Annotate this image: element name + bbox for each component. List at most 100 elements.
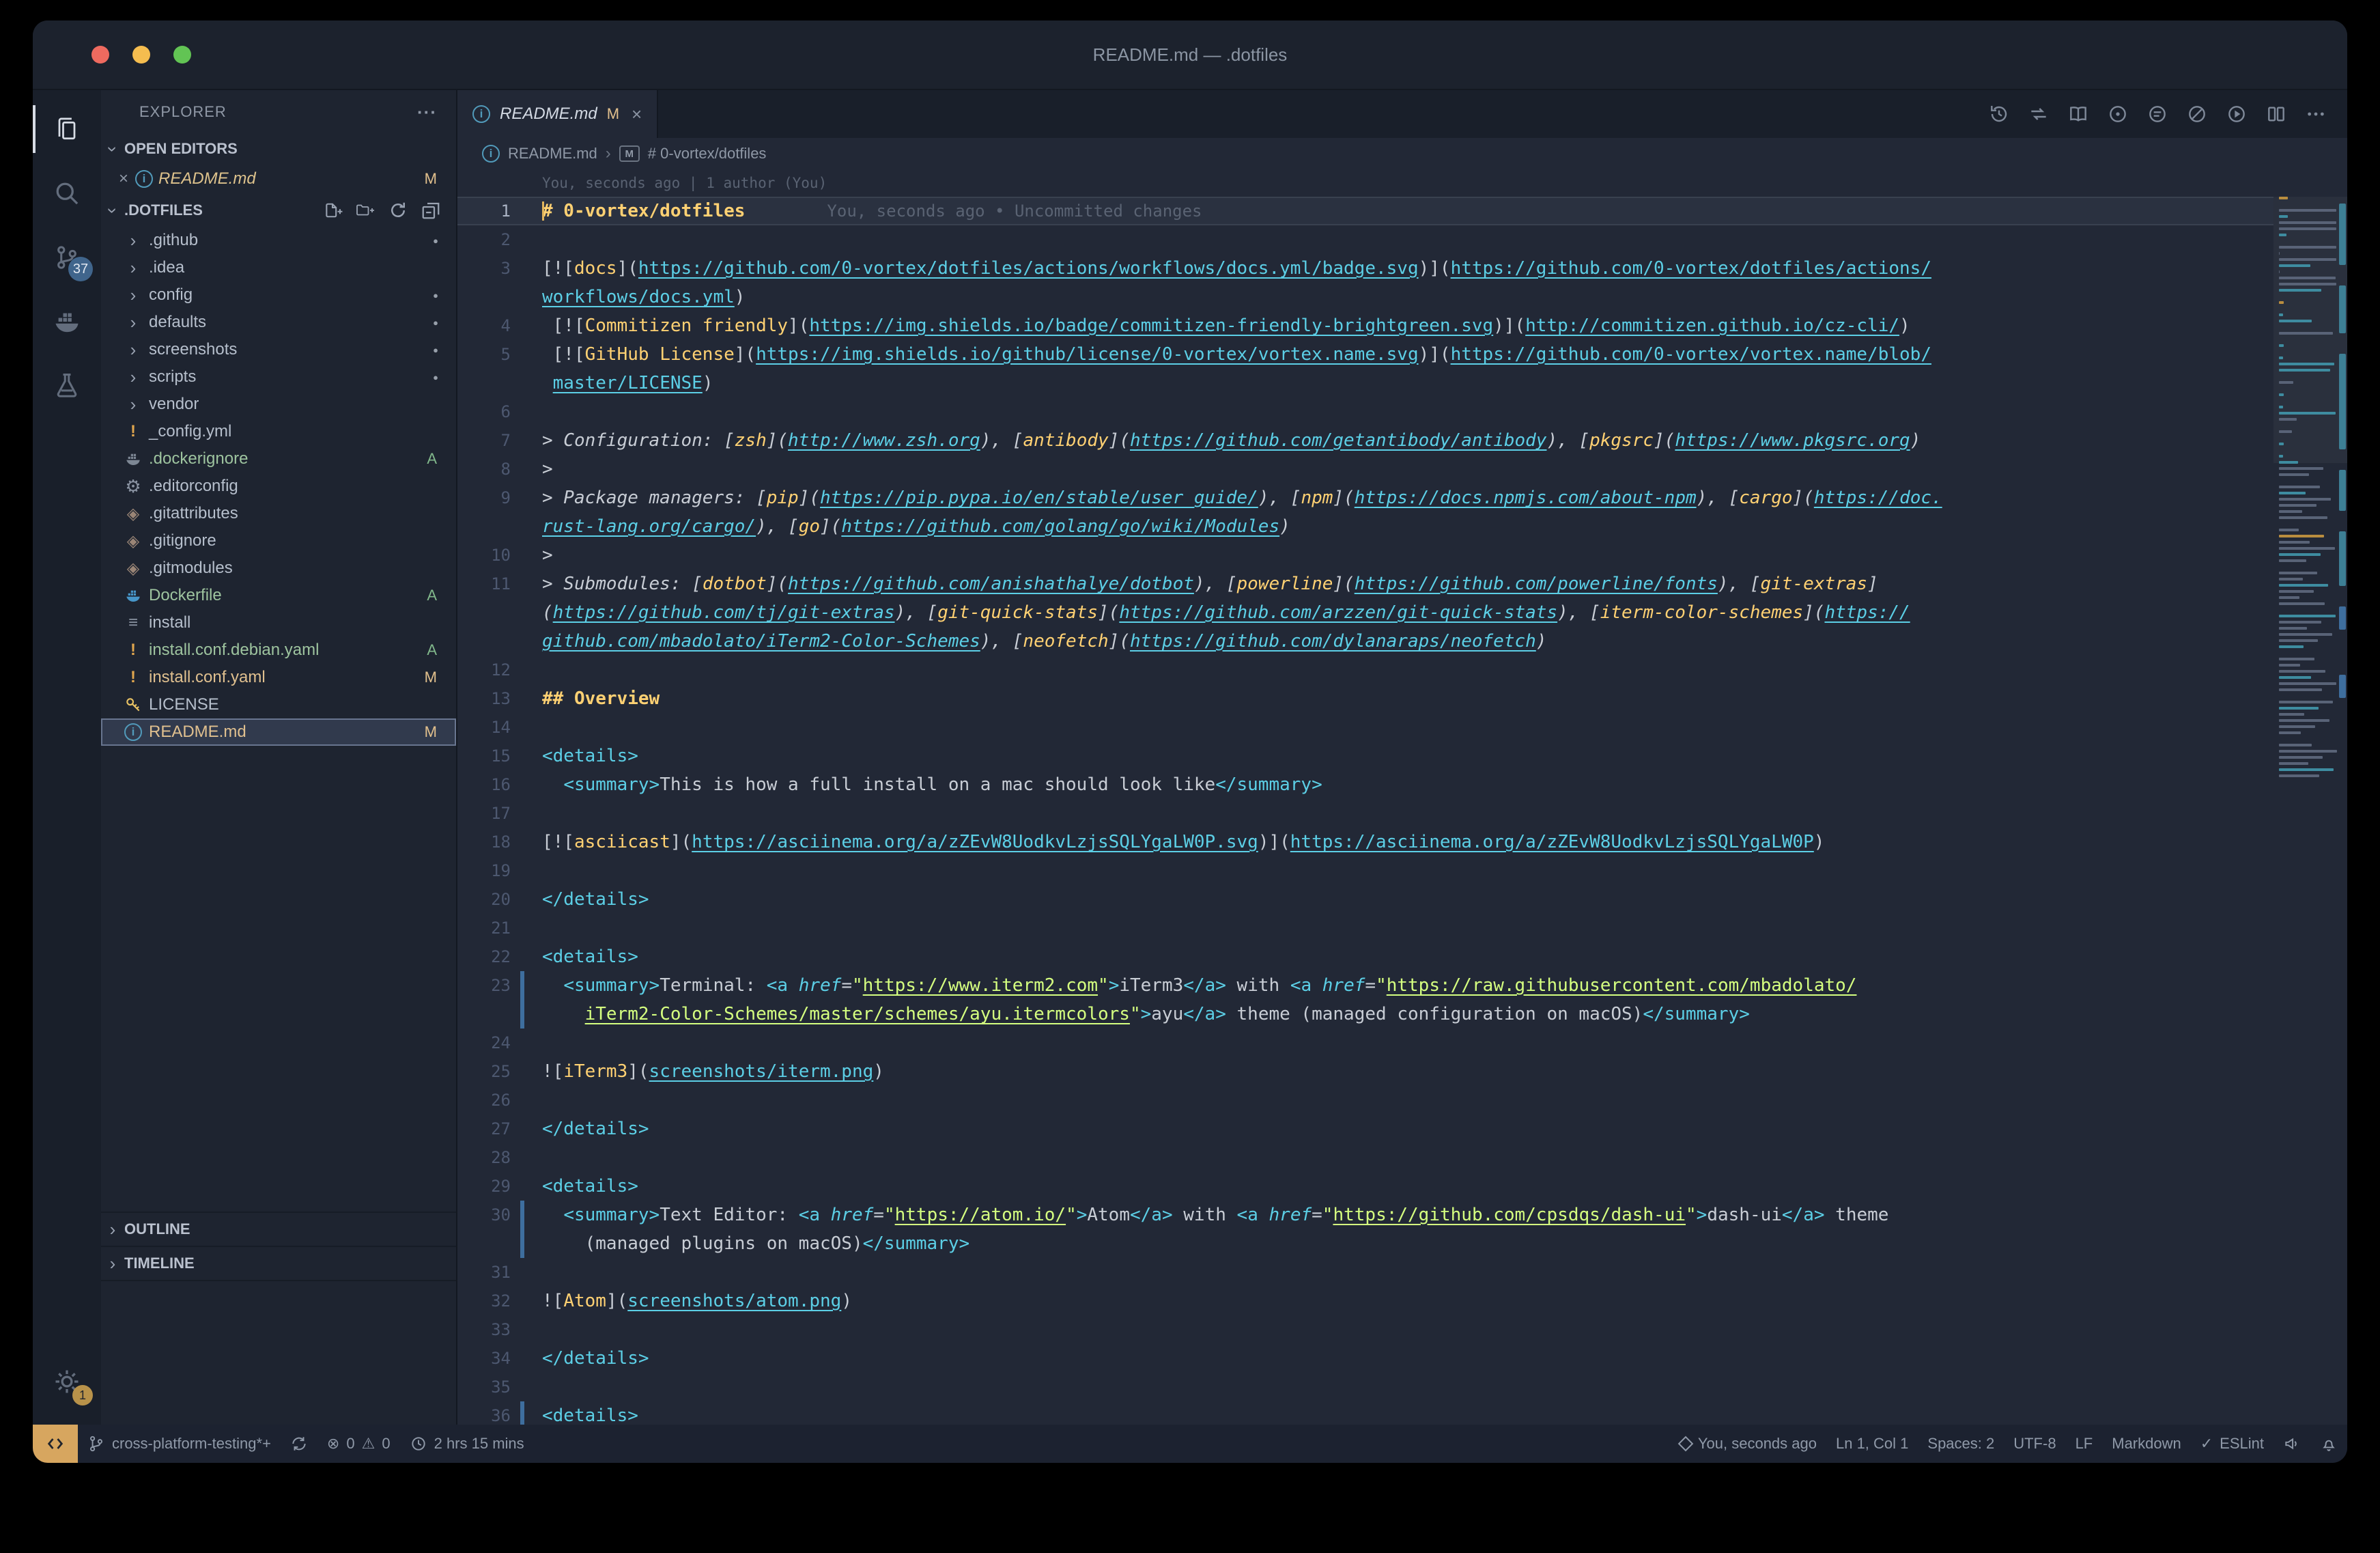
settings-gear-icon[interactable]: 1 <box>33 1349 101 1414</box>
code-line-17[interactable]: 17 <box>457 799 2273 828</box>
section-outline[interactable]: › OUTLINE <box>101 1213 456 1247</box>
search-icon[interactable] <box>33 161 101 225</box>
code-line-27[interactable]: 27 </details> <box>457 1115 2273 1143</box>
markdown-preview-icon[interactable] <box>2067 103 2089 125</box>
tree-item-install.conf.debian.yaml[interactable]: ! install.conf.debian.yaml A <box>101 636 456 664</box>
tree-item-_config.yml[interactable]: ! _config.yml <box>101 418 456 445</box>
code-line-29[interactable]: 29 <details> <box>457 1172 2273 1201</box>
tree-item-install[interactable]: ≡ install <box>101 609 456 636</box>
code-line-32[interactable]: 32 ![Atom](screenshots/atom.png) <box>457 1287 2273 1315</box>
tree-item-screenshots[interactable]: › screenshots ● <box>101 336 456 363</box>
section-open-editors[interactable]: › OPEN EDITORS <box>101 134 456 164</box>
minimize-window-button[interactable] <box>132 46 150 64</box>
sync-status-item[interactable] <box>281 1425 317 1463</box>
gitlens-changes-icon[interactable] <box>2186 103 2208 125</box>
code-line-11[interactable]: 11 > Submodules: [dotbot](https://github.… <box>457 570 2273 598</box>
docker-icon[interactable] <box>33 290 101 354</box>
code-line-9[interactable]: 9 > Package managers: [pip](https://pip.p… <box>457 484 2273 512</box>
code-line-24[interactable]: 24 <box>457 1029 2273 1057</box>
remote-indicator[interactable] <box>33 1425 78 1463</box>
split-editor-icon[interactable] <box>2265 103 2287 125</box>
code-line-5[interactable]: 5 [![GitHub License](https://img.shields… <box>457 340 2273 369</box>
code-line-3[interactable]: 3 [![docs](https://github.com/0-vortex/do… <box>457 254 2273 283</box>
section-timeline[interactable]: › TIMELINE <box>101 1247 456 1281</box>
refresh-icon[interactable] <box>388 200 408 221</box>
code-line-23[interactable]: 23 <summary>Terminal: <a href="https://w… <box>457 971 2273 1000</box>
more-actions-icon[interactable] <box>2305 103 2327 125</box>
notifications-bell-icon[interactable] <box>2310 1425 2347 1463</box>
code-line-15[interactable]: 15 <details> <box>457 742 2273 770</box>
code-line-34[interactable]: 34 </details> <box>457 1344 2273 1373</box>
code-line-20[interactable]: 20 </details> <box>457 885 2273 914</box>
history-icon[interactable] <box>1988 103 2010 125</box>
tab-readme[interactable]: i README.md M × <box>457 90 659 138</box>
eslint-status-item[interactable]: ✓ ESLint <box>2191 1425 2273 1463</box>
tree-item-.gitignore[interactable]: ◈ .gitignore <box>101 527 456 555</box>
encoding-item[interactable]: UTF-8 <box>2004 1425 2065 1463</box>
tree-item-.gitmodules[interactable]: ◈ .gitmodules <box>101 555 456 582</box>
tree-item-vendor[interactable]: › vendor <box>101 391 456 418</box>
gitlens-blame-icon[interactable] <box>2107 103 2129 125</box>
problems-status-item[interactable]: ⊗ 0 ⚠ 0 <box>317 1425 400 1463</box>
new-file-icon[interactable] <box>322 200 343 221</box>
tree-item-.github[interactable]: › .github ● <box>101 227 456 254</box>
open-changes-icon[interactable] <box>2028 103 2050 125</box>
tree-item-license[interactable]: LICENSE <box>101 691 456 718</box>
tree-item-.dockerignore[interactable]: .dockerignore A <box>101 445 456 473</box>
code-line-25[interactable]: 25 ![iTerm3](screenshots/iterm.png) <box>457 1057 2273 1086</box>
source-control-icon[interactable]: 37 <box>33 225 101 290</box>
section-dotfiles[interactable]: › .DOTFILES <box>101 194 456 227</box>
code-line-4[interactable]: 4 [![Commitizen friendly](https://img.sh… <box>457 311 2273 340</box>
code-line-6-wrap[interactable]: master/LICENSE) <box>457 369 2273 397</box>
code-line-26[interactable]: 26 <box>457 1086 2273 1115</box>
code-line-14[interactable]: 14 <box>457 713 2273 742</box>
code-line-3-wrap[interactable]: workflows/docs.yml) <box>457 283 2273 311</box>
code-line-13[interactable]: 13 ## Overview <box>457 684 2273 713</box>
sidebar-more-actions-icon[interactable]: ··· <box>417 102 437 123</box>
breadcrumb-heading[interactable]: # 0-vortex/dotfiles <box>648 145 767 163</box>
code-line-19[interactable]: 19 <box>457 856 2273 885</box>
code-line-8[interactable]: 8 > <box>457 455 2273 484</box>
tree-item-config[interactable]: › config ● <box>101 281 456 309</box>
close-window-button[interactable] <box>91 46 109 64</box>
tree-item-scripts[interactable]: › scripts ● <box>101 363 456 391</box>
open-editor-item[interactable]: × i README.md M <box>101 164 456 194</box>
code-line-35[interactable]: 35 <box>457 1373 2273 1401</box>
code-line-6[interactable]: 6 <box>457 397 2273 426</box>
code-line-1[interactable]: 1 # 0-vortex/dotfiles You, seconds ago • U… <box>457 197 2273 225</box>
tree-item-readme.md[interactable]: i README.md M <box>101 718 456 746</box>
code-line-28[interactable]: 28 <box>457 1143 2273 1172</box>
code-line-12[interactable]: 12 <box>457 656 2273 684</box>
feedback-icon[interactable] <box>2273 1425 2310 1463</box>
code-line-30[interactable]: 30 <summary>Text Editor: <a href="https:… <box>457 1201 2273 1229</box>
code-line-36-wrap[interactable]: (managed plugins on macOS)</summary> <box>457 1229 2273 1258</box>
tree-item-dockerfile[interactable]: Dockerfile A <box>101 582 456 609</box>
code-line-36[interactable]: 36 <details> <box>457 1401 2273 1425</box>
collapse-all-icon[interactable] <box>421 200 441 221</box>
code-line-33[interactable]: 33 <box>457 1315 2273 1344</box>
tree-item-.editorconfig[interactable]: ⚙ .editorconfig <box>101 473 456 500</box>
branch-status-item[interactable]: cross-platform-testing*+ <box>78 1425 281 1463</box>
gitlens-heatmap-icon[interactable] <box>2147 103 2168 125</box>
indentation-item[interactable]: Spaces: 2 <box>1918 1425 2004 1463</box>
code-line-18[interactable]: 18 [![asciicast](https://asciinema.org/a/… <box>457 828 2273 856</box>
blame-status-item[interactable]: You, seconds ago <box>1671 1425 1826 1463</box>
code-line-14-wrap[interactable]: (https://github.com/tj/git-extras), [git… <box>457 598 2273 627</box>
close-icon[interactable]: × <box>112 169 135 188</box>
flask-icon[interactable] <box>33 354 101 418</box>
code-line-10[interactable]: 10 > <box>457 541 2273 570</box>
code-line-2[interactable]: 2 <box>457 225 2273 254</box>
run-icon[interactable] <box>2226 103 2248 125</box>
time-tracking-status-item[interactable]: 2 hrs 15 mins <box>400 1425 534 1463</box>
file-blame-header[interactable]: You, seconds ago | 1 author (You) <box>457 169 2273 197</box>
tree-item-.gitattributes[interactable]: ◈ .gitattributes <box>101 500 456 527</box>
minimap[interactable] <box>2273 138 2347 1425</box>
code-line-22[interactable]: 22 <details> <box>457 942 2273 971</box>
code-line-31[interactable]: 31 <box>457 1258 2273 1287</box>
eol-item[interactable]: LF <box>2066 1425 2103 1463</box>
cursor-position-item[interactable]: Ln 1, Col 1 <box>1826 1425 1918 1463</box>
code-line-28-wrap[interactable]: iTerm2-Color-Schemes/master/schemes/ayu.… <box>457 1000 2273 1029</box>
tree-item-defaults[interactable]: › defaults ● <box>101 309 456 336</box>
breadcrumb-file[interactable]: README.md <box>508 145 597 163</box>
new-folder-icon[interactable] <box>355 200 376 221</box>
